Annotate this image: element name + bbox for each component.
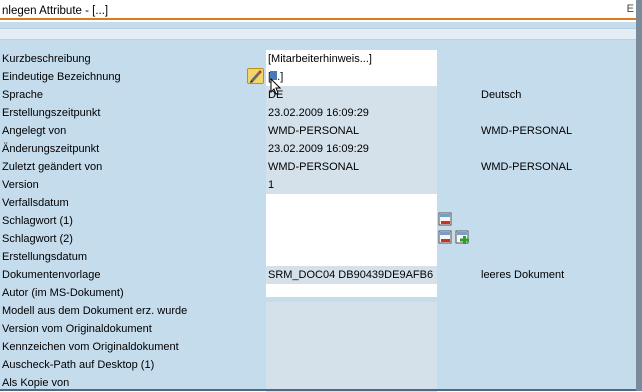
value-aenderungszeitpunkt: 23.02.2009 16:09:29	[268, 143, 369, 155]
attribute-list: Kurzbeschreibung [Mitarbeiterhinweis...]…	[0, 50, 636, 392]
row-kurzbeschreibung: Kurzbeschreibung [Mitarbeiterhinweis...]	[0, 50, 636, 68]
row-schlagwort-1: Schlagwort (1)	[0, 212, 636, 230]
title-bar: nlegen Attribute - [...] E	[0, 0, 636, 22]
remove-entry-icon[interactable]	[438, 230, 453, 245]
value-eindeutige-bezeichnung: [...]	[268, 70, 436, 84]
value-field-verfallsdatum[interactable]	[266, 194, 437, 212]
label-aenderungszeitpunkt: Änderungszeitpunkt	[2, 143, 100, 155]
label-angelegt-von: Angelegt von	[2, 125, 67, 137]
row-sprache: Sprache DE Deutsch	[0, 78, 636, 104]
value-dokumentenvorlage: SRM_DOC04 DB90439DE9AFB6	[268, 269, 434, 281]
row-version: Version 1	[0, 176, 636, 194]
row-dokumentenvorlage: Dokumentenvorlage SRM_DOC04 DB90439DE9AF…	[0, 266, 636, 284]
label-auscheck-path: Auscheck-Path auf Desktop (1)	[2, 359, 155, 371]
label-eindeutige-bezeichnung: Eindeutige Bezeichnung	[2, 71, 121, 83]
label-modell: Modell aus dem Dokument erz. wurde	[2, 305, 188, 317]
value-field-auscheck-path	[266, 356, 437, 374]
value-field-autor[interactable]	[266, 284, 437, 297]
label-kennzeichen-original: Kennzeichen vom Originaldokument	[2, 341, 179, 353]
mouse-pointer-icon	[270, 78, 282, 95]
extra-zuletzt-geaendert-von: WMD-PERSONAL	[481, 161, 573, 173]
label-verfallsdatum: Verfallsdatum	[2, 197, 69, 209]
value-erstellungszeitpunkt: 23.02.2009 16:09:29	[268, 107, 369, 119]
row-version-original: Version vom Originaldokument	[0, 320, 636, 338]
dialog-frame: nlegen Attribute - [...] E Kurzbeschreib…	[0, 0, 637, 392]
value-angelegt-von: WMD-PERSONAL	[268, 125, 360, 137]
title-corner-text: E	[626, 3, 634, 15]
value-field-kennzeichen-original	[266, 338, 437, 356]
row-aenderungszeitpunkt: Änderungszeitpunkt 23.02.2009 16:09:29	[0, 140, 636, 158]
label-sprache: Sprache	[2, 89, 43, 101]
label-erstellungsdatum: Erstellungsdatum	[2, 251, 87, 263]
row-autor: Autor (im MS-Dokument)	[0, 284, 636, 302]
value-field-modell	[266, 302, 437, 320]
remove-entry-icon[interactable]	[438, 212, 453, 227]
add-entry-icon[interactable]	[455, 230, 470, 245]
label-erstellungszeitpunkt: Erstellungszeitpunkt	[2, 107, 101, 119]
label-kurzbeschreibung: Kurzbeschreibung	[2, 53, 91, 65]
label-dokumentenvorlage: Dokumentenvorlage	[2, 269, 101, 281]
row-erstellungsdatum: Erstellungsdatum	[0, 248, 636, 266]
title-accent-line	[0, 18, 636, 20]
extra-sprache: Deutsch	[481, 89, 522, 101]
window-title: nlegen Attribute - [...]	[2, 5, 109, 17]
label-schlagwort-2: Schlagwort (2)	[2, 233, 73, 245]
label-als-kopie-von: Als Kopie von	[2, 377, 70, 389]
row-eindeutige-bezeichnung: Eindeutige Bezeichnung [...]	[0, 68, 636, 86]
value-sprache: DE	[268, 89, 284, 101]
window-shadow	[636, 0, 642, 391]
label-zuletzt-geaendert-von: Zuletzt geändert von	[2, 161, 103, 173]
value-field-erstellungsdatum[interactable]	[266, 248, 437, 266]
extra-angelegt-von: WMD-PERSONAL	[481, 125, 573, 137]
row-auscheck-path: Auscheck-Path auf Desktop (1)	[0, 356, 636, 374]
label-version: Version	[2, 179, 39, 191]
value-field-schlagwort-2[interactable]	[266, 230, 437, 248]
label-autor: Autor (im MS-Dokument)	[2, 287, 124, 299]
label-schlagwort-1: Schlagwort (1)	[2, 215, 73, 227]
label-version-original: Version vom Originaldokument	[2, 323, 152, 335]
value-kurzbeschreibung: [Mitarbeiterhinweis...]	[268, 53, 372, 65]
row-modell: Modell aus dem Dokument erz. wurde	[0, 302, 636, 320]
extra-dokumentenvorlage: leeres Dokument	[481, 269, 565, 281]
row-zuletzt-geaendert-von: Zuletzt geändert von WMD-PERSONAL WMD-PE…	[0, 158, 636, 176]
row-schlagwort-2: Schlagwort (2)	[0, 230, 636, 248]
row-angelegt-von: Angelegt von WMD-PERSONAL WMD-PERSONAL	[0, 122, 636, 140]
row-verfallsdatum: Verfallsdatum	[0, 194, 636, 212]
value-version: 1	[268, 179, 275, 191]
row-erstellungszeitpunkt: Erstellungszeitpunkt 23.02.2009 16:09:29	[0, 104, 636, 122]
value-zuletzt-geaendert-von: WMD-PERSONAL	[268, 161, 360, 173]
toolbar-separator	[0, 28, 636, 40]
pencil-edit-icon[interactable]	[247, 68, 264, 84]
value-field-schlagwort-1[interactable]	[266, 212, 437, 230]
row-kennzeichen-original: Kennzeichen vom Originaldokument	[0, 338, 636, 356]
value-field-version-original	[266, 320, 437, 338]
